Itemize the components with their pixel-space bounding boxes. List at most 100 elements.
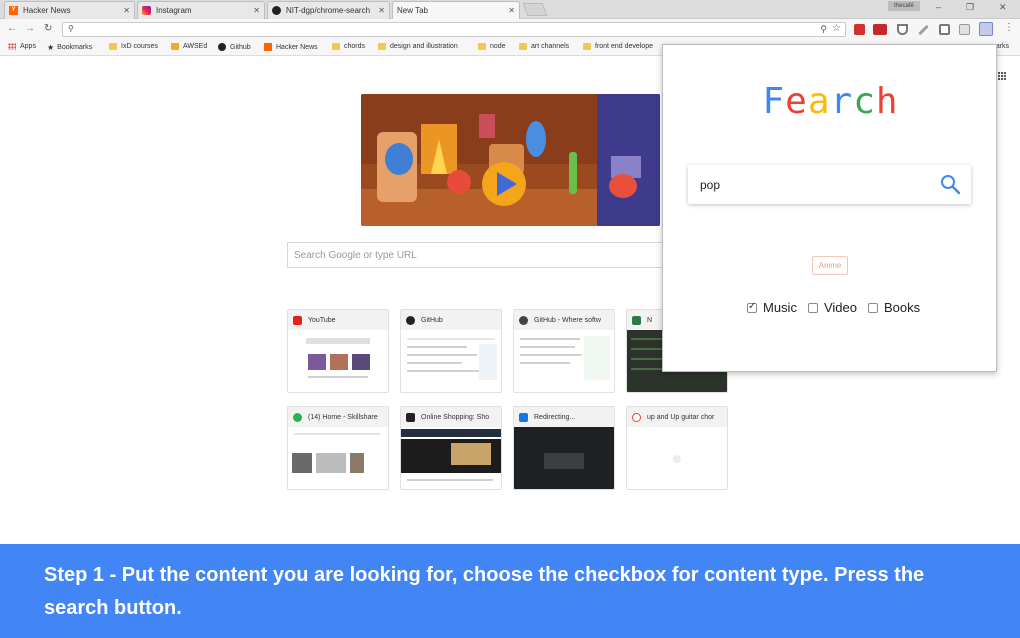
google-icon (632, 412, 641, 422)
google-search-input[interactable]: Search Google or type URL (287, 242, 667, 268)
most-visited-tile[interactable]: (14) Home - Skillshare (287, 406, 389, 490)
most-visited-tile[interactable]: GitHub (400, 309, 502, 393)
bookmark-label: Github (230, 43, 251, 51)
tile-title: YouTube (308, 316, 336, 324)
tile-title: N (647, 316, 653, 324)
browser-toolbar: ← → ↻ ⚲ ⚲ ☆ (0, 19, 1020, 40)
y-icon (264, 43, 272, 51)
books-checkbox[interactable] (867, 302, 878, 313)
fearch-search-input[interactable]: pop (700, 178, 720, 192)
bookmark-awsed[interactable]: AWSEd (171, 43, 207, 50)
bookmark-github[interactable]: Github (218, 43, 251, 51)
tab-instagram[interactable]: Instagram ✕ (137, 1, 265, 19)
fearch-search-box: pop (688, 165, 971, 204)
window-close-icon[interactable]: ✕ (999, 2, 1007, 13)
most-visited-tile[interactable]: GitHub - Where softw (513, 309, 615, 393)
video-checkbox[interactable] (807, 302, 818, 313)
menu-dots-icon[interactable]: ⋮ (1004, 22, 1014, 33)
most-visited-tile[interactable]: YouTube (287, 309, 389, 393)
tab-github-repo[interactable]: NIT-dgp/chrome-search ✕ (267, 1, 390, 19)
youtube-icon (293, 315, 302, 325)
folder-icon (378, 43, 386, 50)
bookmark-art-channels[interactable]: art channels (519, 43, 569, 50)
bookmark-apps[interactable]: Apps (8, 43, 36, 50)
google-doodle[interactable] (361, 94, 660, 226)
extension-mail-icon[interactable] (873, 24, 887, 35)
most-visited-tile[interactable]: up and Up guitar chor (626, 406, 728, 490)
shield-icon[interactable] (897, 24, 908, 35)
logo-letter: h (875, 81, 899, 122)
most-visited-tile[interactable]: Online Shopping: Sho (400, 406, 502, 490)
instagram-icon (142, 6, 151, 15)
play-box-icon[interactable] (939, 24, 950, 35)
logo-letter: r (830, 81, 854, 122)
search-icon: ⚲ (68, 24, 74, 33)
bookmark-label: chords (344, 43, 366, 50)
content-type-options: Music Video Books (747, 300, 931, 315)
bookmark-front-end[interactable]: front end develope (583, 43, 653, 50)
skillshare-icon (293, 412, 302, 422)
bookmark-ixd-courses[interactable]: IxD courses (109, 43, 158, 50)
bookmark-label: IxD courses (121, 43, 158, 50)
close-icon[interactable]: ✕ (508, 6, 515, 15)
tile-title: up and Up guitar chor (647, 413, 715, 421)
apps-grid-icon (8, 43, 16, 50)
search-icon[interactable] (939, 173, 963, 195)
tab-label: NIT-dgp/chrome-search (286, 6, 371, 15)
github-icon (272, 6, 281, 15)
github-icon (406, 315, 415, 325)
option-video[interactable]: Video (807, 300, 857, 315)
logo-letter: a (807, 81, 831, 122)
close-icon[interactable]: ✕ (378, 6, 385, 15)
drive-icon (519, 412, 528, 422)
tile-title: Redirecting... (534, 413, 576, 421)
zoom-icon[interactable]: ⚲ (820, 24, 827, 35)
category-chip-anime[interactable]: Anime (812, 256, 848, 275)
bookmark-label: design and illustration (390, 43, 458, 50)
new-tab-button[interactable] (522, 3, 548, 16)
minimize-icon[interactable]: – (936, 2, 941, 12)
reload-icon[interactable]: ↻ (44, 23, 52, 34)
extension-red-icon[interactable] (854, 24, 865, 35)
bookmark-design-illustration[interactable]: design and illustration (378, 43, 458, 50)
restore-icon[interactable]: ❐ (966, 2, 974, 13)
forward-arrow-icon[interactable]: → (25, 23, 35, 34)
fearch-extension-icon[interactable] (979, 22, 993, 36)
bookmark-label: art channels (531, 43, 570, 50)
option-music[interactable]: Music (747, 300, 797, 315)
bookmark-star-icon[interactable]: ☆ (832, 23, 841, 34)
tab-strip: Y Hacker News ✕ Instagram ✕ NIT-dgp/chro… (0, 0, 1020, 19)
tab-label: Instagram (156, 6, 192, 15)
bookmark-label: front end develope (595, 43, 653, 50)
most-visited-tile[interactable]: Redirecting... (513, 406, 615, 490)
bookmark-chords[interactable]: chords (332, 43, 365, 50)
folder-icon (478, 43, 486, 50)
folder-icon (519, 43, 527, 50)
bookmark-label: Hacker News (276, 43, 318, 51)
option-books[interactable]: Books (867, 300, 920, 315)
music-checkbox[interactable] (747, 301, 757, 313)
bookmark-node[interactable]: node (478, 43, 506, 50)
bookmark-bookmarks[interactable]: ★ Bookmarks (47, 43, 92, 52)
tab-label: Hacker News (23, 6, 71, 15)
tab-new-tab[interactable]: New Tab ✕ (392, 1, 520, 19)
y-icon: Y (9, 6, 18, 15)
github-icon (218, 43, 226, 51)
github-icon (519, 315, 528, 325)
profile-button[interactable]: thecafé (888, 1, 920, 11)
bookmark-label: Apps (20, 43, 36, 50)
close-icon[interactable]: ✕ (123, 6, 130, 15)
folder-icon (583, 43, 591, 50)
back-arrow-icon[interactable]: ← (7, 23, 17, 34)
bookmark-label: Bookmarks (57, 44, 93, 51)
option-label: Video (823, 300, 857, 315)
folder-icon (171, 43, 179, 50)
google-apps-icon[interactable] (998, 72, 1006, 80)
close-icon[interactable]: ✕ (253, 6, 260, 15)
bookmark-hacker-news[interactable]: Hacker News (264, 43, 318, 51)
logo-letter: F (762, 81, 786, 122)
tab-hacker-news[interactable]: Y Hacker News ✕ (4, 1, 135, 19)
extension-grey-icon[interactable] (959, 24, 970, 35)
address-bar[interactable]: ⚲ ⚲ ☆ (62, 22, 846, 37)
logo-letter: e (785, 81, 808, 122)
